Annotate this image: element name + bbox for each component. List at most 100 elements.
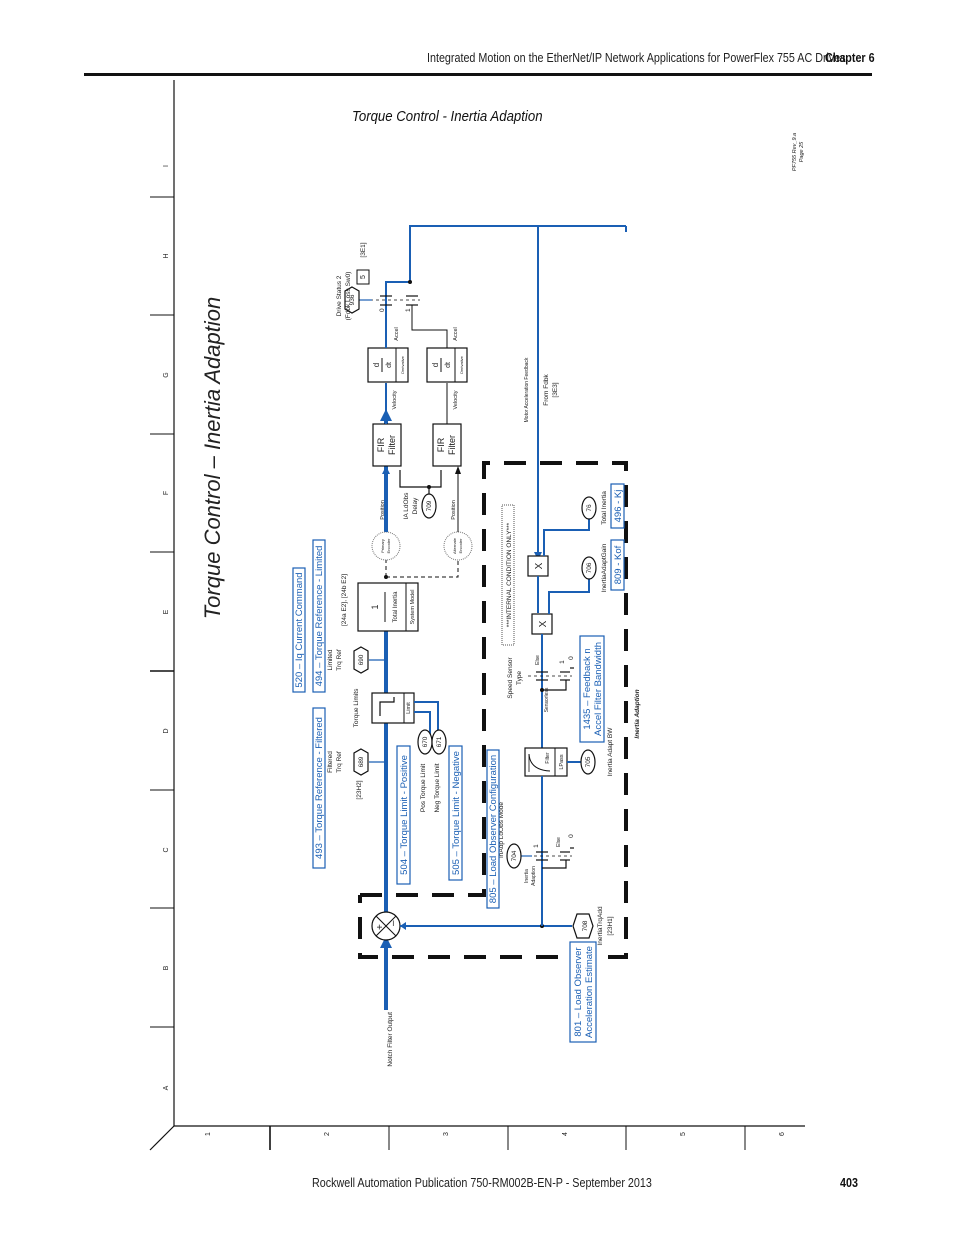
param-709-label1: IA LdObs	[403, 492, 410, 519]
link-801[interactable]: 801 – Load Observer Acceleration Estimat…	[569, 941, 597, 1043]
diagram-frame	[149, 80, 805, 1151]
row-label-a: A	[163, 1085, 170, 1090]
link-1435[interactable]: 1435 – Feedback n Accel Filter Bandwidth	[579, 635, 605, 743]
param-936-bit: 5	[356, 269, 370, 285]
param-689[interactable]: 689	[353, 748, 369, 776]
derivative-block-alternate: d dt Derivative	[426, 347, 468, 383]
param-689-number: 689	[358, 756, 365, 767]
param-705[interactable]: 705	[580, 749, 596, 775]
fir-filter-primary: FIR Filter	[372, 423, 402, 467]
derivative-d: d	[372, 363, 381, 367]
arrow-icon	[400, 922, 406, 930]
feedback-loss-switch	[370, 295, 420, 306]
link-494[interactable]: 494 – Torque Reference - Limited	[312, 539, 326, 693]
velocity-label-primary: Velocity	[392, 390, 398, 409]
summing-junction: + –	[371, 911, 401, 941]
switch-936-pos1: 1	[405, 308, 412, 312]
param-704-pos1: 1	[533, 844, 540, 848]
param-708-number: 708	[582, 920, 589, 931]
param-704-else: Else	[556, 837, 562, 847]
link-801-line2: Acceleration Estimate	[584, 946, 595, 1038]
fir-label2: Filter	[447, 435, 457, 455]
switch-936-pos0: 0	[379, 308, 386, 312]
link-504-text: 504 – Torque Limit - Positive	[399, 755, 410, 875]
row-label-e: E	[163, 609, 170, 614]
svg-text:5: 5	[360, 275, 367, 279]
footer-page-number: 403	[840, 1176, 858, 1190]
row-label-b: B	[163, 965, 170, 970]
param-690-label2: Trq Ref	[336, 649, 343, 671]
derivative-d: d	[431, 363, 440, 367]
position-label-primary: Position	[380, 500, 386, 520]
sum-plus-sign: +	[375, 924, 386, 930]
col-label-1: 1	[205, 1132, 212, 1136]
velocity-label-alternate: Velocity	[453, 390, 459, 409]
link-493[interactable]: 493 – Torque Reference - Filtered	[312, 707, 326, 869]
param-706-number: 706	[586, 562, 593, 573]
link-520[interactable]: 520 – Iq Current Command	[292, 567, 306, 693]
from-fdbk-label: From Fdbk	[543, 374, 550, 406]
link-809[interactable]: 809 - Kof	[610, 539, 625, 591]
param-936-label1: Drive Status 2	[336, 275, 343, 316]
param-706-label: InertiaAdaptGain	[601, 543, 608, 592]
svg-text:X: X	[538, 620, 549, 627]
col-label-3: 3	[443, 1132, 450, 1136]
row-label-g: G	[163, 372, 170, 377]
link-809-text: 809 - Kof	[613, 545, 624, 584]
else-label: Else	[535, 655, 541, 665]
param-689-label1: Filtered	[327, 751, 334, 773]
link-505-text: 505 – Torque Limit - Negative	[451, 751, 462, 875]
from-fdbk-ref: [3E3]	[552, 382, 559, 397]
load-observer-mode-switch	[528, 847, 574, 869]
row-label-h: H	[163, 253, 170, 258]
param-690-ref: [24a E2], [24b E2]	[341, 574, 348, 626]
torque-limits-block: Limit	[371, 692, 415, 724]
col-label-4: 4	[562, 1132, 569, 1136]
link-505[interactable]: 505 – Torque Limit - Negative	[448, 745, 463, 881]
derivative-dt: dt	[445, 362, 452, 368]
fir-label1: FIR	[436, 437, 446, 452]
param-690-number: 690	[358, 654, 365, 665]
link-801-line1: 801 – Load Observer	[573, 947, 584, 1036]
svg-text:***INTERNAL CONDITION ONLY***: ***INTERNAL CONDITION ONLY***	[506, 522, 513, 627]
param-670-number: 670	[422, 736, 429, 747]
param-709[interactable]: 709	[421, 493, 437, 519]
fir-label1: FIR	[376, 437, 386, 452]
param-709-label2: Delay	[412, 497, 419, 514]
param-670-label: Pos Torque Limit	[420, 764, 427, 812]
param-704[interactable]: 704	[506, 843, 522, 869]
row-label-d: D	[163, 728, 170, 733]
derivative-label: Derivative	[400, 355, 405, 374]
param-704-number: 704	[511, 850, 518, 861]
param-706[interactable]: 706	[581, 556, 597, 580]
param-690-label1: Limited	[327, 649, 334, 670]
page-ref-label: Page 25	[799, 141, 805, 162]
link-493-text: 493 – Torque Reference - Filtered	[314, 717, 325, 859]
param-708[interactable]: 708	[572, 913, 594, 939]
multiplier-1: X	[527, 555, 549, 577]
link-496[interactable]: 496 - Kj	[610, 483, 625, 529]
diagram-title: Torque Control – Inertia Adaption	[200, 297, 225, 619]
link-496-text: 496 - Kj	[613, 490, 624, 523]
speed-sensor-label2: Type	[516, 671, 523, 685]
alternate-encoder: Alternate Encoder	[443, 531, 473, 561]
alternate-encoder-label2: Encoder	[458, 538, 463, 554]
speed-switch-pos1: 1	[559, 660, 566, 664]
position-label-alternate: Position	[451, 500, 457, 520]
param-690[interactable]: 690	[353, 646, 369, 674]
param-670[interactable]: 670	[417, 729, 433, 755]
param-671-label: Neg Torque Limit	[434, 763, 441, 812]
link-805-text: 805 – Load Observer Configuration	[488, 755, 499, 903]
param-671[interactable]: 671	[431, 729, 447, 755]
param-76-label: Total Inertia	[601, 491, 608, 525]
revision-label: PF755 Rev_9.a	[792, 133, 798, 171]
link-805[interactable]: 805 – Load Observer Configuration	[486, 749, 500, 909]
col-label-5: 5	[680, 1132, 687, 1136]
link-504[interactable]: 504 – Torque Limit - Positive	[396, 745, 411, 885]
primary-encoder-label2: Encoder	[386, 538, 391, 554]
multiplier-2: X	[531, 613, 553, 635]
lpass-label: LPass	[559, 754, 565, 770]
motor-accel-feedback-label: Motor Acceleration Feedback	[524, 357, 530, 422]
footer-publication: Rockwell Automation Publication 750-RM00…	[312, 1176, 652, 1190]
param-76[interactable]: 76	[581, 496, 597, 520]
